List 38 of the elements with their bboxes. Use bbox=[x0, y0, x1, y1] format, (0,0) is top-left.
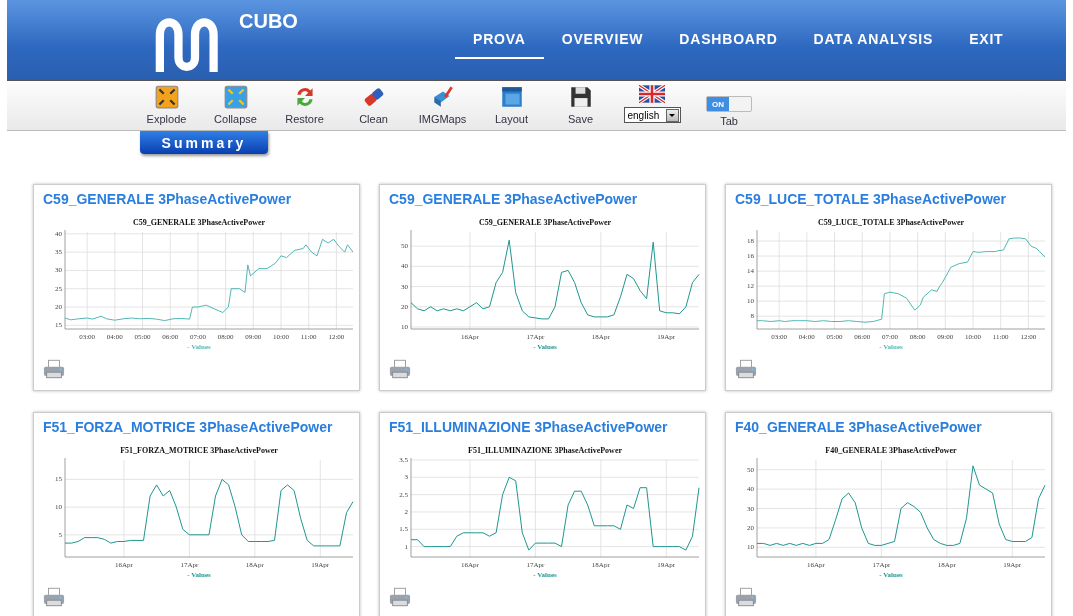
card-title: F40_GENERALE 3PhaseActivePower bbox=[735, 419, 983, 435]
toolbar-button[interactable]: Collapse bbox=[201, 81, 270, 125]
nav-link[interactable]: OVERVIEW bbox=[543, 21, 662, 59]
nav-link[interactable]: PROVA bbox=[455, 21, 544, 59]
toolbar-button[interactable]: Clean bbox=[339, 81, 408, 125]
chart-title: F51_FORZA_MOTRICE 3PhaseActivePower bbox=[120, 446, 278, 455]
printer-icon[interactable] bbox=[43, 587, 65, 607]
card-title: C59_LUCE_TOTALE 3PhaseActivePower bbox=[735, 191, 1008, 207]
toolbar-button[interactable]: Layout bbox=[477, 81, 546, 125]
summary-tab[interactable]: Summary bbox=[140, 131, 268, 154]
flag-icon bbox=[639, 84, 665, 104]
explode-icon bbox=[153, 84, 180, 110]
toggle-label: Tab bbox=[720, 115, 738, 127]
chart-title: F51_ILLUMINAZIONE 3PhaseActivePower bbox=[468, 446, 622, 455]
printer-icon[interactable] bbox=[735, 587, 757, 607]
toolbar-button[interactable]: Save bbox=[546, 81, 615, 125]
chart-title: F40_GENERALE 3PhaseActivePower bbox=[825, 446, 957, 455]
language-dropdown[interactable]: english bbox=[623, 107, 681, 123]
card-title: C59_GENERALE 3PhaseActivePower bbox=[43, 191, 293, 207]
toolbar-button[interactable]: IMGMaps bbox=[408, 81, 477, 125]
printer-icon[interactable] bbox=[735, 359, 757, 379]
chart-title: C59_GENERALE 3PhaseActivePower bbox=[132, 218, 266, 227]
caret-icon bbox=[665, 108, 679, 122]
chart-title: C59_LUCE_TOTALE 3PhaseActivePower bbox=[817, 218, 965, 227]
nav-link[interactable]: DASHBOARD bbox=[661, 21, 796, 59]
collapse-icon bbox=[222, 84, 249, 110]
toolbar-button[interactable]: Restore bbox=[270, 81, 339, 125]
printer-icon[interactable] bbox=[43, 359, 65, 379]
logo-text: CUBO bbox=[239, 10, 298, 33]
nav-link[interactable]: EXIT bbox=[951, 21, 1022, 59]
nav-link[interactable]: DATA ANALYSIS bbox=[795, 21, 952, 59]
card-title: F51_FORZA_MOTRICE 3PhaseActivePower bbox=[43, 419, 334, 435]
chart-title: C59_GENERALE 3PhaseActivePower bbox=[478, 218, 612, 227]
printer-icon[interactable] bbox=[389, 359, 411, 379]
toolbar-button[interactable]: Explode bbox=[132, 81, 201, 125]
card-title: F51_ILLUMINAZIONE 3PhaseActivePower bbox=[389, 419, 669, 435]
printer-icon[interactable] bbox=[389, 587, 411, 607]
card-title: C59_GENERALE 3PhaseActivePower bbox=[389, 191, 639, 207]
